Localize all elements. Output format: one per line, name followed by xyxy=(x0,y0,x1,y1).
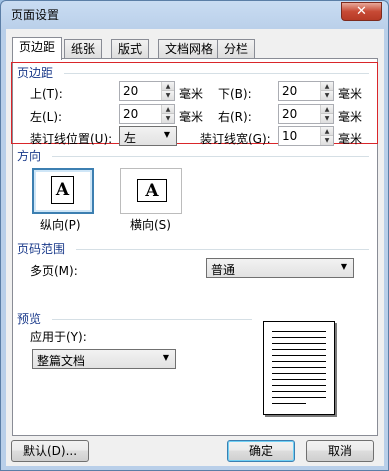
margins-group-divider xyxy=(64,73,369,74)
title-bar[interactable]: 页面设置 ✕ xyxy=(1,1,388,27)
spin-down-icon[interactable]: ▼ xyxy=(321,91,333,100)
portrait-button[interactable]: A xyxy=(32,168,94,214)
gutter-position-value: 左 xyxy=(124,131,137,145)
top-margin-spinner[interactable]: 20 ▲ ▼ xyxy=(119,81,175,101)
orientation-group-label: 方向 xyxy=(17,149,42,163)
multiple-pages-label: 多页(M): xyxy=(30,264,78,278)
preview-group-label: 预览 xyxy=(17,312,42,326)
dropdown-arrow-icon: ▼ xyxy=(340,262,347,271)
left-margin-value: 20 xyxy=(123,107,139,121)
spin-up-icon[interactable]: ▲ xyxy=(162,82,174,91)
gutter-unit: 毫米 xyxy=(338,132,363,146)
tab-paper[interactable]: 纸张 xyxy=(64,39,103,59)
cancel-button[interactable]: 取消 xyxy=(306,440,374,462)
page-range-group-divider xyxy=(76,249,369,250)
dialog-body: 页边距 纸张 版式 文档网格 分栏 页边距 上(T): 20 ▲ ▼ 毫米 下(… xyxy=(6,29,384,466)
gutter-label: 装订线宽(G): xyxy=(200,132,271,146)
tab-document-grid[interactable]: 文档网格 xyxy=(158,39,221,59)
bottom-margin-value: 20 xyxy=(282,84,298,98)
spin-down-icon[interactable]: ▼ xyxy=(321,136,333,145)
spin-up-icon[interactable]: ▲ xyxy=(321,82,333,91)
dropdown-arrow-icon: ▼ xyxy=(163,130,170,139)
right-margin-unit: 毫米 xyxy=(338,110,363,124)
top-margin-unit: 毫米 xyxy=(179,87,204,101)
close-button[interactable]: ✕ xyxy=(341,2,382,21)
apply-to-dropdown[interactable]: 整篇文档 ▼ xyxy=(32,349,176,369)
top-margin-label: 上(T): xyxy=(30,87,63,101)
spin-up-icon[interactable]: ▲ xyxy=(321,105,333,114)
multiple-pages-dropdown[interactable]: 普通 ▼ xyxy=(206,258,354,278)
default-button[interactable]: 默认(D)... xyxy=(11,440,89,462)
left-margin-unit: 毫米 xyxy=(179,110,204,124)
right-margin-spinner[interactable]: 20 ▲ ▼ xyxy=(278,104,334,124)
page-setup-dialog: 页面设置 ✕ 页边距 纸张 版式 文档网格 分栏 页边距 上(T): 20 ▲ … xyxy=(0,0,389,471)
window-title: 页面设置 xyxy=(11,8,60,22)
margins-group-label: 页边距 xyxy=(17,66,54,80)
gutter-position-label: 装订线位置(U): xyxy=(30,132,113,146)
gutter-spinner[interactable]: 10 ▲ ▼ xyxy=(278,126,334,146)
right-margin-value: 20 xyxy=(282,107,298,121)
orientation-group-divider xyxy=(52,156,369,157)
tab-columns[interactable]: 分栏 xyxy=(217,39,256,59)
landscape-page-icon: A xyxy=(137,179,167,202)
spin-down-icon[interactable]: ▼ xyxy=(162,91,174,100)
bottom-margin-label: 下(B): xyxy=(218,87,252,101)
portrait-page-icon: A xyxy=(51,176,74,204)
apply-to-value: 整篇文档 xyxy=(37,354,86,368)
gutter-value: 10 xyxy=(282,129,298,143)
bottom-margin-spinner[interactable]: 20 ▲ ▼ xyxy=(278,81,334,101)
bottom-margin-unit: 毫米 xyxy=(338,87,363,101)
spin-up-icon[interactable]: ▲ xyxy=(321,127,333,136)
landscape-button[interactable]: A xyxy=(120,168,182,214)
left-margin-label: 左(L): xyxy=(30,110,63,124)
page-range-group-label: 页码范围 xyxy=(17,242,66,256)
tab-margins[interactable]: 页边距 xyxy=(12,37,63,60)
gutter-position-dropdown[interactable]: 左 ▼ xyxy=(119,126,177,146)
spin-down-icon[interactable]: ▼ xyxy=(321,114,333,123)
apply-to-label: 应用于(Y): xyxy=(30,330,87,344)
right-margin-label: 右(R): xyxy=(218,110,252,124)
top-margin-value: 20 xyxy=(123,84,139,98)
spin-up-icon[interactable]: ▲ xyxy=(162,105,174,114)
preview-group-divider xyxy=(52,319,252,320)
portrait-label[interactable]: 纵向(P) xyxy=(40,216,81,233)
tab-layout[interactable]: 版式 xyxy=(111,39,150,59)
page-preview xyxy=(263,321,335,415)
landscape-label[interactable]: 横向(S) xyxy=(130,216,171,233)
ok-button[interactable]: 确定 xyxy=(227,440,295,462)
dropdown-arrow-icon: ▼ xyxy=(162,353,169,362)
spin-down-icon[interactable]: ▼ xyxy=(162,114,174,123)
left-margin-spinner[interactable]: 20 ▲ ▼ xyxy=(119,104,175,124)
multiple-pages-value: 普通 xyxy=(211,263,236,277)
